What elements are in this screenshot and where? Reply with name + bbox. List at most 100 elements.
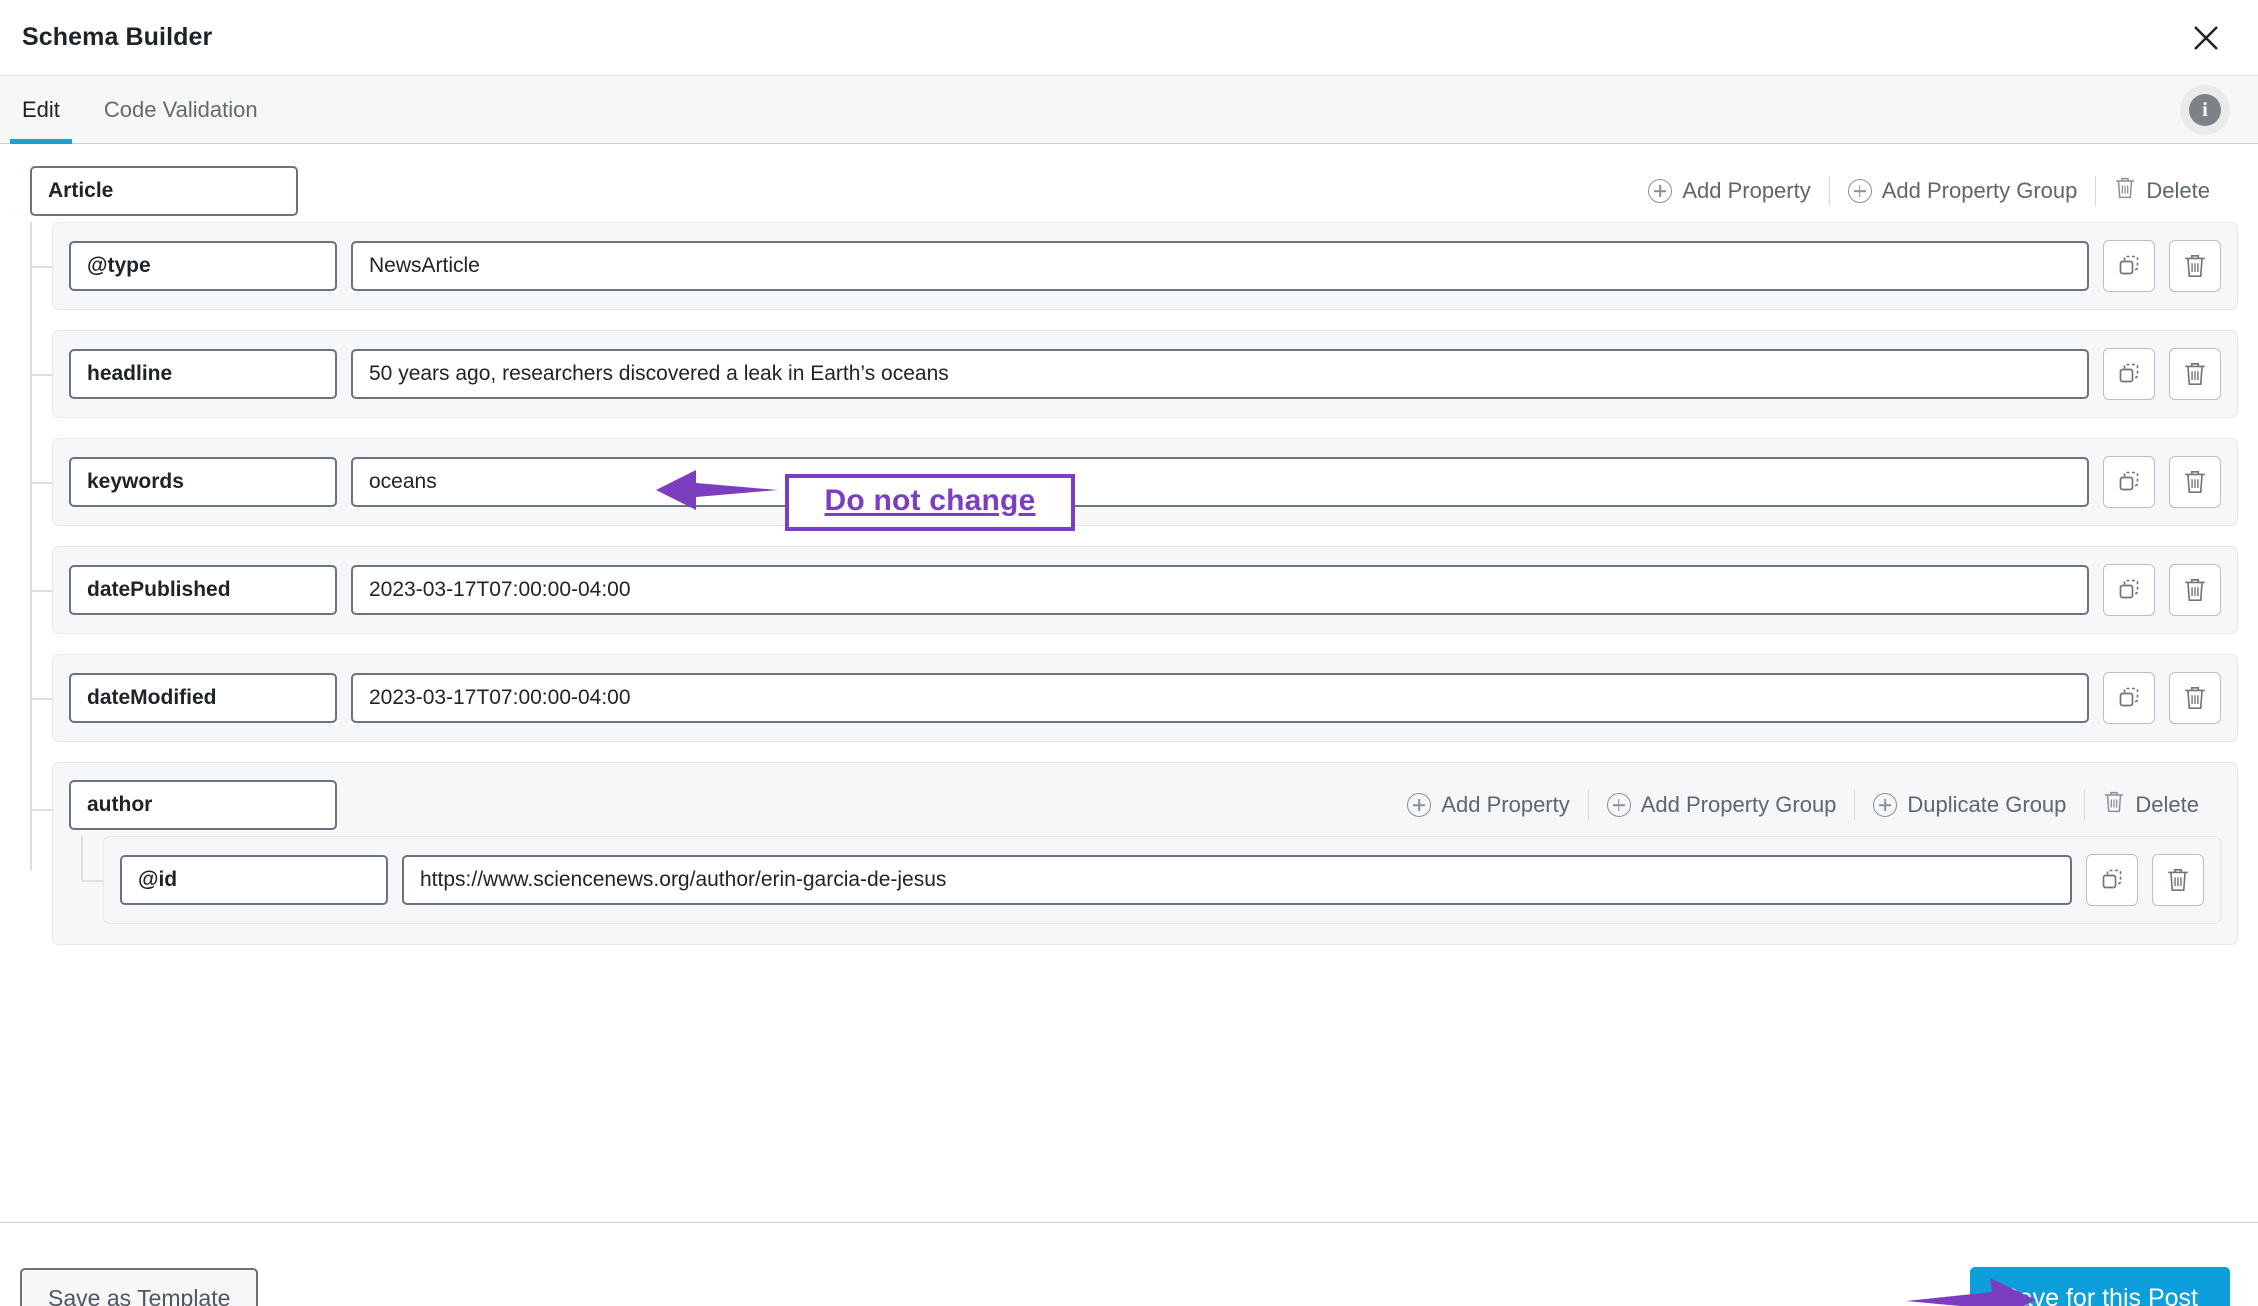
group-add-property-button[interactable]: Add Property <box>1389 792 1587 818</box>
root-name-input[interactable]: Article <box>30 166 298 216</box>
delete-property-button[interactable] <box>2169 456 2221 508</box>
duplicate-property-button[interactable] <box>2103 456 2155 508</box>
property-name-value: keywords <box>87 470 184 493</box>
page-title: Schema Builder <box>22 23 213 51</box>
tab-list: Edit Code Validation <box>0 76 280 144</box>
tab-bar: Edit Code Validation i <box>0 76 2258 144</box>
plus-circle-icon <box>1847 179 1872 203</box>
property-name-value: headline <box>87 362 173 385</box>
plus-circle-icon <box>1648 179 1673 203</box>
tab-bar-right: i <box>2180 76 2230 143</box>
root-delete-button[interactable]: Delete <box>2096 176 2228 206</box>
property-row-date-modified: dateModified 2023-03-17T07:00:00-04:00 <box>31 654 2238 742</box>
save-for-this-post-label: Save for this Post <box>2002 1284 2198 1306</box>
group-add-property-label: Add Property <box>1441 792 1570 817</box>
modal-header: Schema Builder <box>0 0 2258 76</box>
modal-footer: Save as Template Save for this Post <box>0 1222 2258 1306</box>
property-value-input[interactable]: 2023-03-17T07:00:00-04:00 <box>351 565 2089 615</box>
root-name-value: Article <box>48 179 114 202</box>
duplicate-property-button[interactable] <box>2103 348 2155 400</box>
save-for-this-post-button[interactable]: Save for this Post <box>1970 1266 2230 1306</box>
group-add-property-group-button[interactable]: Add Property Group <box>1589 792 1855 818</box>
close-button[interactable] <box>2182 14 2230 62</box>
duplicate-icon <box>2099 867 2125 893</box>
property-name-value: @id <box>138 868 178 891</box>
root-delete-label: Delete <box>2146 178 2210 203</box>
delete-property-button[interactable] <box>2169 672 2221 724</box>
property-value-input[interactable]: NewsArticle <box>351 241 2089 291</box>
trash-icon <box>2183 577 2207 603</box>
info-icon[interactable]: i <box>2180 84 2230 135</box>
property-group-header: author Add Property Add Property Group D… <box>69 780 2221 830</box>
duplicate-icon <box>2116 253 2142 279</box>
plus-circle-icon <box>1407 793 1432 817</box>
property-value-input[interactable]: oceans <box>351 457 2089 507</box>
root-add-property-group-button[interactable]: Add Property Group <box>1830 178 2096 204</box>
property-name-value: dateModified <box>87 686 217 709</box>
property-value-text: https://www.sciencenews.org/author/erin-… <box>420 868 947 891</box>
delete-property-button[interactable] <box>2169 240 2221 292</box>
group-duplicate-group-button[interactable]: Duplicate Group <box>1855 792 2084 818</box>
property-name-value: datePublished <box>87 578 231 601</box>
property-value-text: 50 years ago, researchers discovered a l… <box>369 362 949 385</box>
property-row-headline: headline 50 years ago, researchers disco… <box>31 330 2238 418</box>
plus-circle-icon <box>1606 793 1631 817</box>
duplicate-icon <box>2116 469 2142 495</box>
duplicate-property-button[interactable] <box>2103 672 2155 724</box>
trash-icon <box>2183 685 2207 711</box>
tab-code-validation-label: Code Validation <box>103 96 258 122</box>
property-value-text: NewsArticle <box>369 254 480 277</box>
property-name-input[interactable]: dateModified <box>69 673 337 723</box>
delete-property-button[interactable] <box>2152 854 2204 906</box>
root-add-property-button[interactable]: Add Property <box>1630 178 1828 204</box>
duplicate-icon <box>2116 685 2142 711</box>
property-row-id: @id https://www.sciencenews.org/author/e… <box>82 836 2221 924</box>
property-value-input[interactable]: 50 years ago, researchers discovered a l… <box>351 349 2089 399</box>
root-add-property-label: Add Property <box>1682 178 1811 203</box>
schema-editor-body: Article Add Property Add Property Group <box>0 144 2258 1222</box>
duplicate-property-button[interactable] <box>2103 240 2155 292</box>
property-name-input[interactable]: datePublished <box>69 565 337 615</box>
property-value-text: oceans <box>369 470 437 493</box>
property-name-input[interactable]: @id <box>120 855 388 905</box>
trash-icon <box>2166 867 2190 893</box>
duplicate-icon <box>2116 577 2142 603</box>
trash-icon <box>2114 176 2136 206</box>
tab-code-validation[interactable]: Code Validation <box>82 76 280 143</box>
property-name-value: @type <box>87 254 151 277</box>
root-add-property-group-label: Add Property Group <box>1881 178 2078 203</box>
property-value-input[interactable]: https://www.sciencenews.org/author/erin-… <box>402 855 2072 905</box>
duplicate-property-button[interactable] <box>2103 564 2155 616</box>
duplicate-icon <box>2116 361 2142 387</box>
property-name-input[interactable]: headline <box>69 349 337 399</box>
property-name-input[interactable]: keywords <box>69 457 337 507</box>
property-group-author: author Add Property Add Property Group D… <box>31 762 2238 945</box>
group-add-property-group-label: Add Property Group <box>1640 792 1837 817</box>
info-icon-glyph: i <box>2189 93 2221 126</box>
delete-property-button[interactable] <box>2169 348 2221 400</box>
property-value-input[interactable]: 2023-03-17T07:00:00-04:00 <box>351 673 2089 723</box>
group-name-value: author <box>87 793 153 816</box>
group-name-input[interactable]: author <box>69 780 337 830</box>
property-value-text: 2023-03-17T07:00:00-04:00 <box>369 686 631 709</box>
property-name-input[interactable]: @type <box>69 241 337 291</box>
property-row-keywords: keywords oceans <box>31 438 2238 526</box>
duplicate-property-button[interactable] <box>2086 854 2138 906</box>
root-schema-row: Article Add Property Add Property Group <box>18 166 2238 216</box>
save-as-template-button[interactable]: Save as Template <box>20 1267 259 1306</box>
group-duplicate-group-label: Duplicate Group <box>1907 792 2067 817</box>
group-toolbar: Add Property Add Property Group Duplicat… <box>1389 790 2221 820</box>
group-delete-label: Delete <box>2135 792 2199 817</box>
save-as-template-label: Save as Template <box>48 1285 231 1306</box>
trash-icon <box>2183 253 2207 279</box>
group-property-tree: @id https://www.sciencenews.org/author/e… <box>69 836 2221 924</box>
property-row-type: @type NewsArticle <box>31 222 2238 310</box>
property-row-date-published: datePublished 2023-03-17T07:00:00-04:00 <box>31 546 2238 634</box>
tab-edit[interactable]: Edit <box>0 76 82 144</box>
group-delete-button[interactable]: Delete <box>2085 790 2217 820</box>
root-toolbar: Add Property Add Property Group Delete <box>1630 176 2238 206</box>
trash-icon <box>2183 361 2207 387</box>
plus-circle-icon <box>1873 793 1898 817</box>
close-icon <box>2190 22 2222 54</box>
delete-property-button[interactable] <box>2169 564 2221 616</box>
